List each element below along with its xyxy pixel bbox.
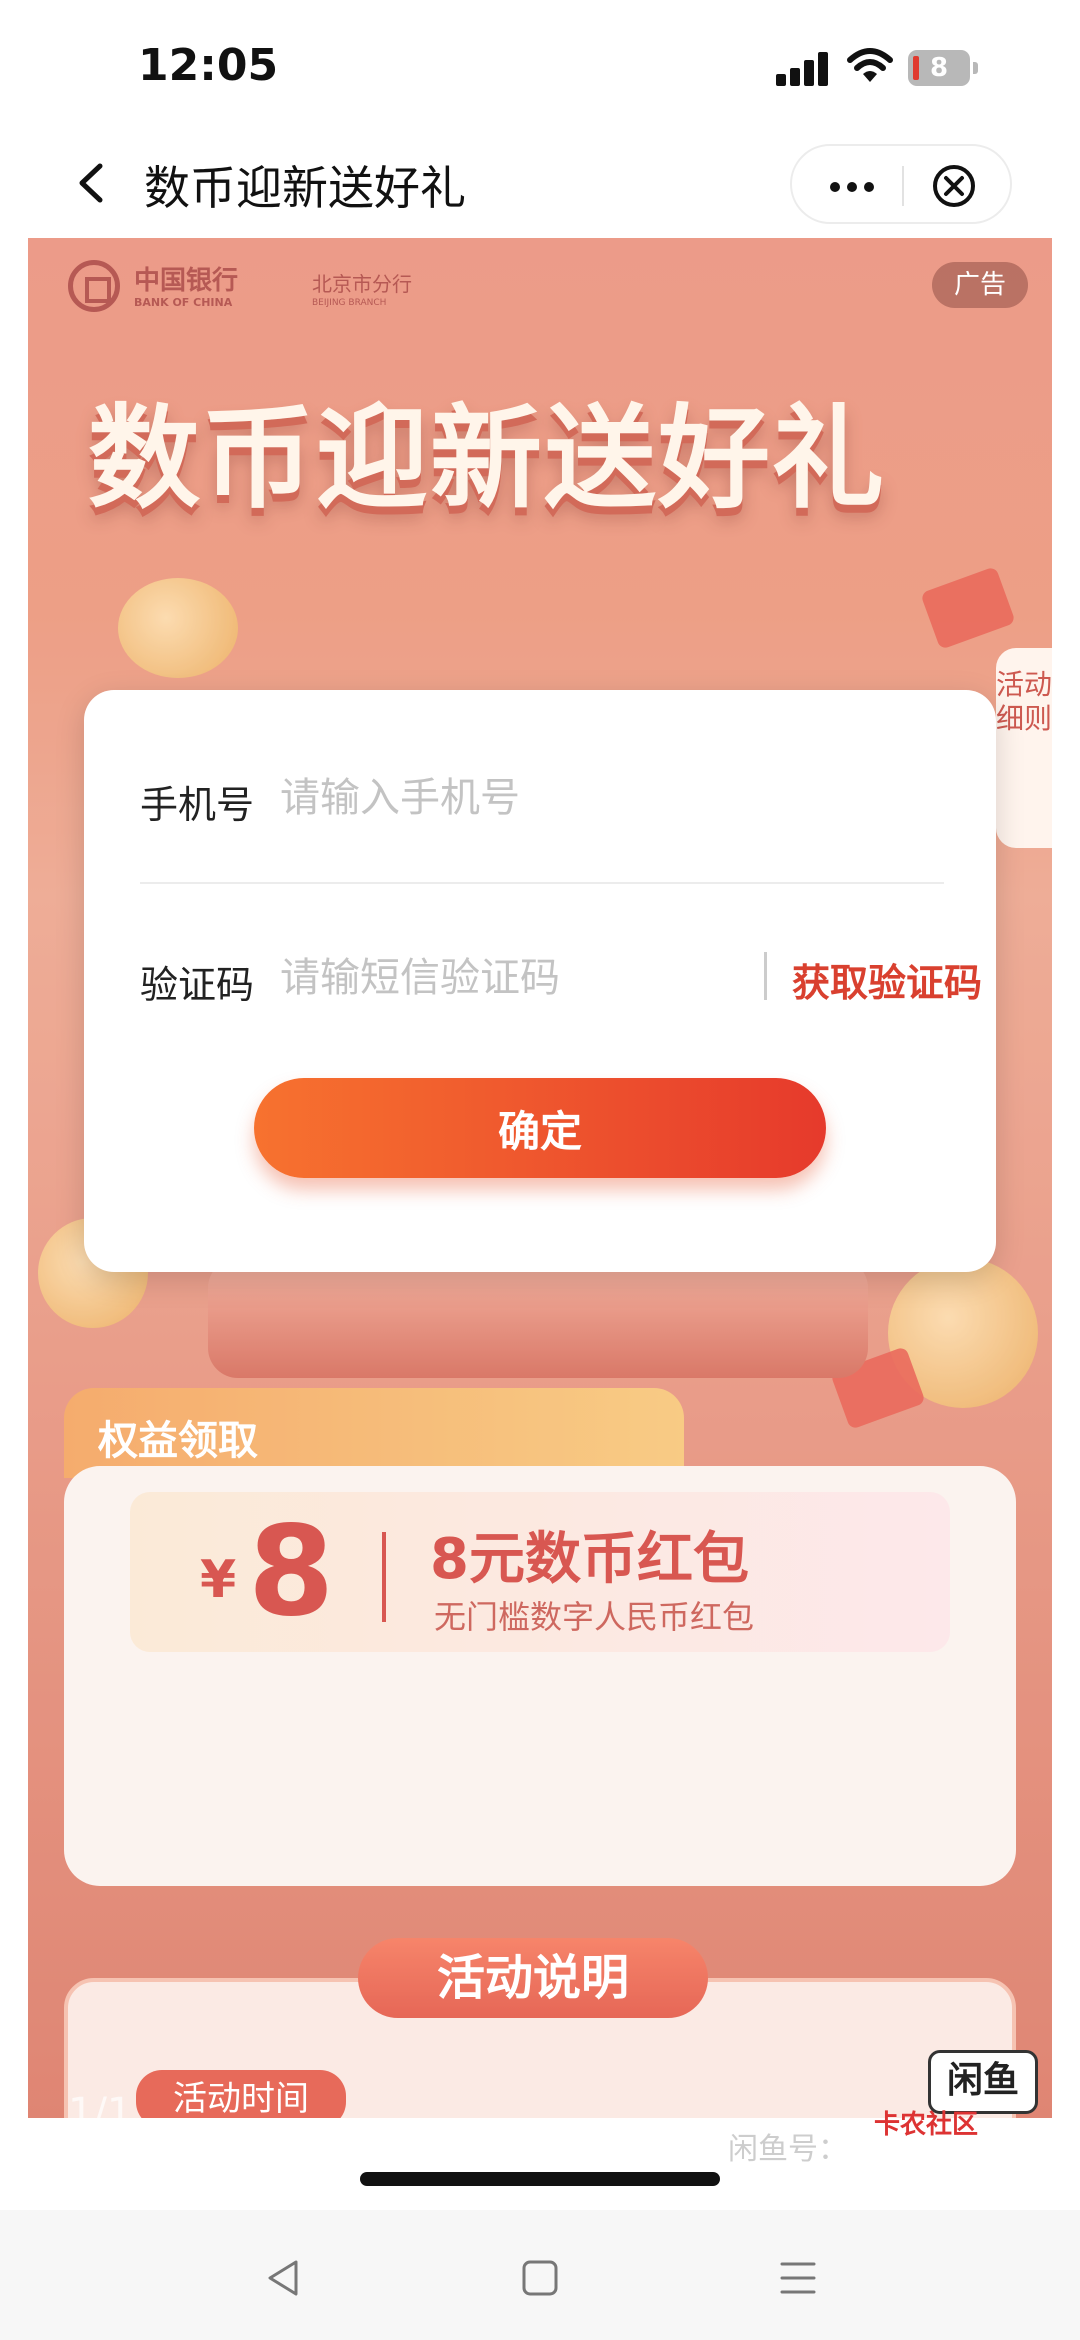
battery-level bbox=[913, 56, 919, 80]
close-circle-icon[interactable] bbox=[930, 162, 978, 210]
battery-icon: 8 bbox=[908, 50, 978, 86]
page-indicator: 1/1 bbox=[68, 2090, 133, 2136]
system-nav-bar bbox=[0, 2210, 1080, 2340]
field-divider bbox=[140, 882, 944, 884]
code-divider bbox=[764, 952, 767, 1000]
capsule-divider bbox=[902, 166, 904, 206]
back-arrow-icon[interactable] bbox=[68, 158, 118, 208]
code-label: 验证码 bbox=[140, 963, 255, 1007]
status-bar: 12:05 8 bbox=[28, 0, 1052, 130]
nav-back-icon[interactable] bbox=[262, 2258, 306, 2298]
kanong-watermark: 卡农社区 bbox=[874, 2110, 979, 2140]
phone-input[interactable] bbox=[280, 768, 740, 828]
get-code-button[interactable]: 获取验证码 bbox=[792, 952, 982, 1007]
xianyu-id-watermark: 闲鱼号： bbox=[728, 2132, 848, 2167]
cellular-signal-icon bbox=[776, 50, 832, 86]
miniprogram-capsule bbox=[790, 144, 1012, 224]
app-frame: 12:05 8 数币迎新送好礼 中国银行 BANK OF CHINA 北京市分行… bbox=[28, 0, 1052, 2210]
verify-modal: 手机号 验证码 获取验证码 确定 bbox=[84, 690, 996, 1272]
nav-menu-icon[interactable] bbox=[776, 2258, 820, 2298]
confirm-button[interactable]: 确定 bbox=[254, 1078, 826, 1178]
nav-home-icon[interactable] bbox=[518, 2258, 562, 2298]
more-icon[interactable] bbox=[822, 168, 882, 204]
status-time: 12:05 bbox=[138, 40, 279, 91]
phone-label: 手机号 bbox=[140, 783, 255, 827]
code-input[interactable] bbox=[280, 948, 740, 1008]
wifi-icon bbox=[847, 48, 893, 82]
page-title: 数币迎新送好礼 bbox=[144, 161, 466, 215]
nav-bar: 数币迎新送好礼 bbox=[28, 130, 1052, 238]
battery-text: 8 bbox=[929, 53, 949, 83]
home-indicator[interactable] bbox=[360, 2172, 720, 2186]
